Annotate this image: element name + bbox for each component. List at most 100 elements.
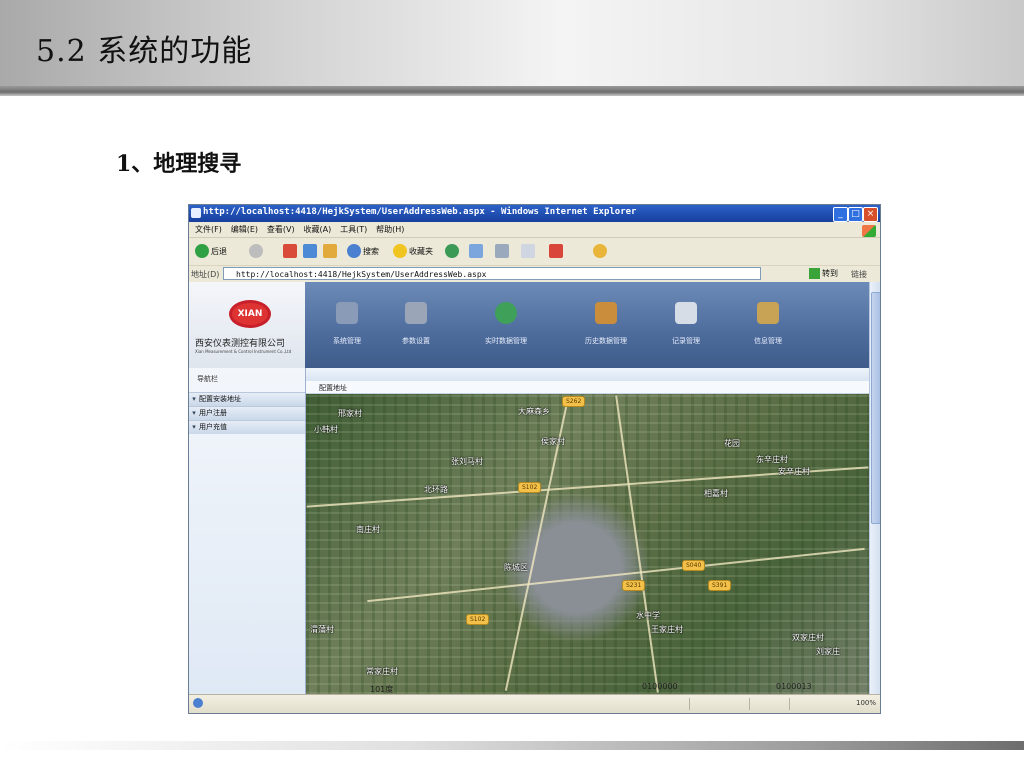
stop-icon [283,244,297,258]
address-input[interactable]: http://localhost:4418/HejkSystem/UserAdd… [223,267,761,280]
road-number-badge: S040 [682,560,706,571]
map-place-label: 张刘马村 [451,457,483,466]
edit-button[interactable] [521,242,537,260]
map-coordinate-bar: 101度 0100000 0100013 [306,682,869,694]
close-button[interactable]: × [863,207,878,222]
keys-icon [675,302,697,324]
map-place-label: 花园 [724,439,740,448]
company-logo: XIAN [229,300,271,328]
map-place-label: 水中学 [636,611,660,620]
refresh-button[interactable] [303,242,319,260]
nav-parameter-settings[interactable]: 参数设置 [385,302,447,362]
content-title-bar [306,381,869,394]
menu-file[interactable]: 文件(F) [195,224,222,235]
road-number-badge: S102 [466,614,490,625]
chevron-down-icon: ▾ [192,395,196,403]
browser-status-bar: 100% [189,694,880,713]
notebook-pen-icon [595,302,617,324]
app-header: XIAN 西安仪表测控有限公司 Xian Measurement & Contr… [189,282,869,368]
back-arrow-icon [195,244,209,258]
map-place-label: 安辛庄村 [778,467,810,476]
web-app: XIAN 西安仪表测控有限公司 Xian Measurement & Contr… [189,282,880,694]
menu-edit[interactable]: 编辑(E) [231,224,258,235]
history-icon [445,244,459,258]
monitor-user-icon [336,302,358,324]
map-place-label: 东辛庄村 [756,455,788,464]
minimize-button[interactable]: _ [833,207,848,222]
mail-button[interactable] [469,242,485,260]
logo-area: XIAN 西安仪表测控有限公司 Xian Measurement & Contr… [189,282,305,368]
slide-subtitle: 1、地理搜寻 [116,151,242,177]
map-place-label: 常家庄村 [366,667,398,676]
map-place-label: 大麻森乡 [518,407,550,416]
sidebar-item-user-register[interactable]: ▾ 用户注册 [189,406,305,420]
refresh-icon [303,244,317,258]
status-divider [789,698,791,710]
browser-title-bar: http://localhost:4418/HejkSystem/UserAdd… [189,205,880,222]
map-place-label: 王家庄村 [651,625,683,634]
nav-system-management[interactable]: 系统管理 [316,302,378,362]
back-button[interactable]: 后退 [195,242,227,260]
map-place-label: 陈城区 [504,563,528,572]
discuss-button[interactable] [549,242,565,260]
address-bar: 地址(D) http://localhost:4418/HejkSystem/U… [189,265,880,283]
nav-info-management[interactable]: 信息管理 [737,302,799,362]
favorites-button[interactable]: 收藏夹 [393,242,433,260]
zoom-level[interactable]: 100% [856,699,876,707]
menu-view[interactable]: 查看(V) [267,224,295,235]
map-place-label: 侯家村 [541,437,565,446]
maximize-button[interactable]: □ [848,207,863,222]
map-place-label: 北环路 [424,485,448,494]
slide-header: 5.2 系统的功能 [0,0,1024,96]
status-divider [749,698,751,710]
menu-favorites[interactable]: 收藏(A) [303,224,331,235]
chevron-down-icon: ▾ [192,423,196,431]
slide-title: 5.2 系统的功能 [36,34,253,69]
map-place-label: 相嘉村 [704,489,728,498]
windows-flag-icon [862,225,876,237]
slide-footer-bar [0,741,1024,750]
page-scrollbar[interactable] [869,282,880,694]
nav-record-management[interactable]: 记录管理 [655,302,717,362]
map-place-label: 双家庄村 [792,633,824,642]
forward-button[interactable] [249,242,265,260]
nav-history-data[interactable]: 历史数据管理 [575,302,637,362]
search-button[interactable]: 搜索 [347,242,379,260]
toolbox-icon [757,302,779,324]
menu-tools[interactable]: 工具(T) [340,224,367,235]
map-place-label: 渭蒲村 [310,625,334,634]
road-number-badge: S262 [562,396,586,407]
address-label: 地址(D) [191,270,220,279]
sidebar-item-user-recharge[interactable]: ▾ 用户充值 [189,420,305,434]
road-number-badge: S102 [518,482,542,493]
menu-help[interactable]: 帮助(H) [376,224,404,235]
browser-toolbar: 后退 搜索 收藏夹 [189,238,880,264]
road-number-badge: S391 [708,580,732,591]
settings-panel-icon [405,302,427,324]
search-icon [347,244,361,258]
map-place-label: 南庄村 [356,525,380,534]
map-place-label: 小韩村 [314,425,338,434]
stop-button[interactable] [283,242,299,260]
company-name: 西安仪表测控有限公司 [195,339,286,349]
home-button[interactable] [323,242,339,260]
scrollbar-thumb[interactable] [871,292,880,524]
printer-icon [495,244,509,258]
road-number-badge: S231 [622,580,646,591]
nav-realtime-data[interactable]: 实时数据管理 [475,302,537,362]
go-button[interactable]: 转到 [809,268,838,279]
sidebar-item-install-address[interactable]: ▾ 配置安装地址 [189,392,305,406]
sidebar-title: 导航栏 [197,375,218,383]
messenger-icon [593,244,607,258]
ie-app-icon [191,208,201,218]
print-button[interactable] [495,242,511,260]
satellite-map[interactable]: 大麻森乡 邢家村 小韩村 花园 张刘马村 北环路 侯家村 东辛庄村 安辛庄村 相… [306,394,869,694]
history-button[interactable] [445,242,461,260]
map-coordinate-x: 0100000 [642,682,678,691]
links-label[interactable]: 链接 [851,269,867,280]
menu-bar: 文件(F) 编辑(E) 查看(V) 收藏(A) 工具(T) 帮助(H) [189,222,880,238]
discuss-icon [549,244,563,258]
messenger-button[interactable] [593,242,609,260]
go-arrow-icon [809,268,820,279]
page-status-icon [193,698,203,708]
